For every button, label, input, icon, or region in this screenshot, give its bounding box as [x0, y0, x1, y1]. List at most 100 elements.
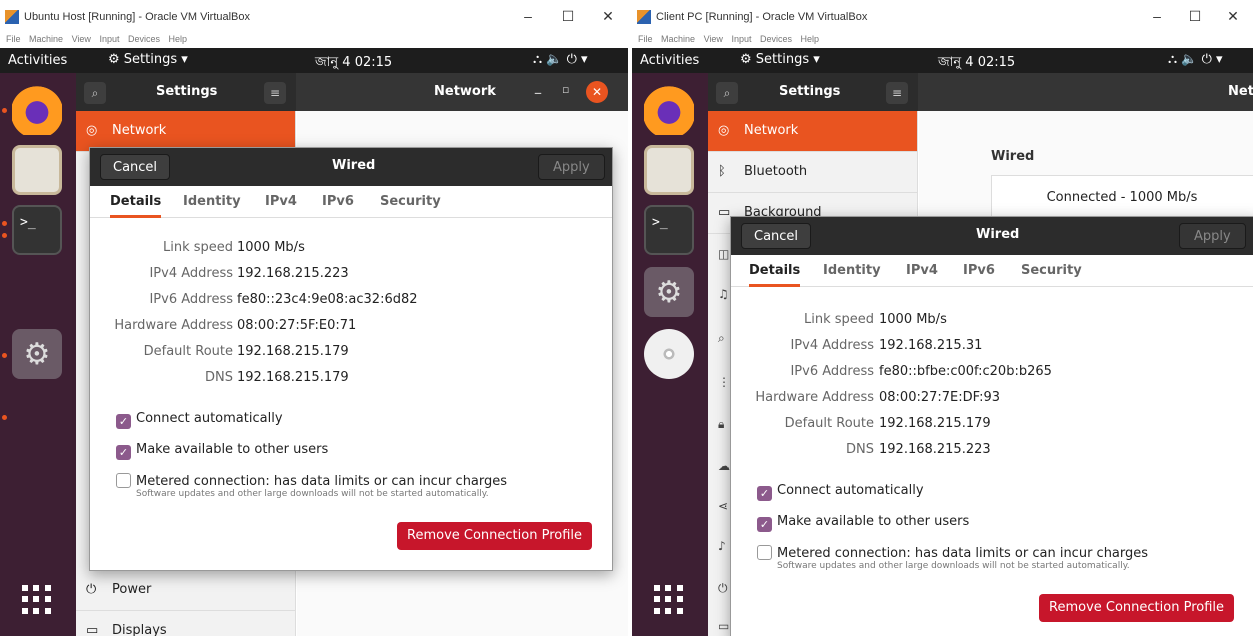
- firefox-icon[interactable]: [644, 85, 694, 135]
- sidebar-item-label: Power: [112, 582, 152, 597]
- close-button[interactable]: ✕: [1213, 6, 1253, 26]
- dialog-title: Wired: [332, 158, 376, 173]
- close-icon[interactable]: ✕: [586, 81, 608, 103]
- sidebar-item-network[interactable]: ◎ Network: [76, 111, 295, 152]
- show-applications-icon[interactable]: [654, 585, 684, 615]
- terminal-icon[interactable]: >_: [644, 205, 694, 255]
- applications-icon[interactable]: ⋮: [718, 375, 730, 389]
- display-icon[interactable]: ▭: [718, 619, 729, 633]
- app-menu[interactable]: ⚙ Settings ▾: [108, 52, 188, 67]
- bell-icon[interactable]: ♫: [718, 287, 729, 301]
- app-menu[interactable]: ⚙ Settings ▾: [740, 52, 820, 67]
- sidebar-item-network[interactable]: ◎ Network: [708, 111, 917, 152]
- clock[interactable]: জানু 4 02:15: [315, 53, 392, 74]
- menu-input[interactable]: Input: [99, 34, 119, 44]
- connect-automatically-checkbox[interactable]: ✓ Connect automatically: [116, 411, 283, 429]
- system-tray[interactable]: ⛬ 🔈 ⏻ ▾: [533, 52, 588, 67]
- caret-down-icon: ▾: [581, 52, 588, 67]
- menu-machine[interactable]: Machine: [661, 34, 695, 44]
- tab-details[interactable]: Details: [110, 194, 162, 218]
- activities-button[interactable]: Activities: [8, 53, 67, 68]
- menu-file[interactable]: File: [6, 34, 21, 44]
- menu-view[interactable]: View: [72, 34, 91, 44]
- vm-window-client-pc: Client PC [Running] - Oracle VM VirtualB…: [632, 0, 1253, 636]
- settings-icon[interactable]: ⚙: [12, 329, 62, 379]
- sidebar-item-label: Bluetooth: [744, 164, 808, 179]
- apply-button[interactable]: Apply: [1179, 223, 1246, 249]
- music-icon[interactable]: ♪: [718, 539, 726, 553]
- wired-connection-row[interactable]: Connected - 1000 Mb/s: [991, 175, 1253, 221]
- search-icon[interactable]: ⌕: [84, 82, 106, 104]
- settings-icon[interactable]: ⚙: [644, 267, 694, 317]
- menu-view[interactable]: View: [704, 34, 723, 44]
- maximize-button[interactable]: ☐: [548, 6, 588, 26]
- menu-input[interactable]: Input: [731, 34, 751, 44]
- menu-help[interactable]: Help: [169, 34, 188, 44]
- detail-label: IPv6 Address: [149, 292, 233, 307]
- menu-devices[interactable]: Devices: [128, 34, 160, 44]
- tab-ipv6[interactable]: IPv6: [322, 194, 354, 209]
- checkbox-label: Metered connection: has data limits or c…: [136, 474, 508, 489]
- terminal-icon[interactable]: >_: [12, 205, 62, 255]
- sidebar-item-displays[interactable]: ▭ Displays: [76, 611, 295, 636]
- activities-button[interactable]: Activities: [640, 53, 699, 68]
- vm-window-ubuntu-host: Ubuntu Host [Running] - Oracle VM Virtua…: [0, 0, 628, 636]
- lock-icon[interactable]: 🔒︎: [718, 417, 724, 432]
- battery-icon: ⏻: [566, 52, 577, 67]
- checkbox-label: Make available to other users: [777, 514, 970, 529]
- menu-help[interactable]: Help: [801, 34, 820, 44]
- disc-icon[interactable]: [644, 329, 694, 379]
- hamburger-menu-icon[interactable]: ≡: [886, 82, 908, 104]
- menu-file[interactable]: File: [638, 34, 653, 44]
- remove-connection-profile-button[interactable]: Remove Connection Profile: [397, 522, 592, 550]
- tab-details[interactable]: Details: [749, 263, 801, 287]
- power-icon: ⏻: [86, 582, 97, 597]
- minimize-button[interactable]: –: [1137, 6, 1177, 26]
- menu-devices[interactable]: Devices: [760, 34, 792, 44]
- remove-connection-profile-button[interactable]: Remove Connection Profile: [1039, 594, 1234, 622]
- files-icon[interactable]: [12, 145, 62, 195]
- maximize-icon[interactable]: ▫: [562, 83, 569, 96]
- detail-value: fe80::23c4:9e08:ac32:6d82: [237, 292, 418, 307]
- tab-security[interactable]: Security: [1021, 263, 1082, 278]
- apply-button[interactable]: Apply: [538, 154, 605, 180]
- search-icon[interactable]: ⌕: [716, 82, 738, 104]
- connect-automatically-checkbox[interactable]: ✓ Connect automatically: [757, 483, 924, 501]
- tab-security[interactable]: Security: [380, 194, 441, 209]
- make-available-checkbox[interactable]: ✓ Make available to other users: [757, 514, 969, 532]
- checkbox-label: Connect automatically: [777, 483, 924, 498]
- detail-value: fe80::bfbe:c00f:c20b:b265: [879, 364, 1052, 379]
- show-applications-icon[interactable]: [22, 585, 52, 615]
- tab-identity[interactable]: Identity: [183, 194, 241, 209]
- make-available-checkbox[interactable]: ✓ Make available to other users: [116, 442, 328, 460]
- tab-ipv4[interactable]: IPv4: [265, 194, 297, 209]
- sidebar-item-bluetooth[interactable]: ᛒ Bluetooth: [708, 152, 917, 193]
- cancel-button[interactable]: Cancel: [100, 154, 171, 180]
- hamburger-menu-icon[interactable]: ≡: [264, 82, 286, 104]
- settings-headerbar: ⌕ Settings ≡ Network – ▫ ✕: [76, 73, 628, 111]
- search-icon[interactable]: ⌕: [718, 331, 725, 346]
- files-icon[interactable]: [644, 145, 694, 195]
- cancel-button[interactable]: Cancel: [741, 223, 812, 249]
- tab-ipv6[interactable]: IPv6: [963, 263, 995, 278]
- firefox-icon[interactable]: [12, 85, 62, 135]
- detail-label: Hardware Address: [755, 390, 874, 405]
- metered-connection-checkbox[interactable]: Metered connection: has data limits or c…: [116, 473, 507, 489]
- close-button[interactable]: ✕: [588, 6, 628, 26]
- metered-connection-checkbox[interactable]: Metered connection: has data limits or c…: [757, 545, 1148, 561]
- network-icon: ◎: [718, 123, 730, 138]
- power-icon[interactable]: ⏻: [718, 581, 728, 596]
- sidebar-item-power[interactable]: ⏻ Power: [76, 570, 295, 611]
- menu-machine[interactable]: Machine: [29, 34, 63, 44]
- tab-identity[interactable]: Identity: [823, 263, 881, 278]
- maximize-button[interactable]: ☐: [1175, 6, 1215, 26]
- clock[interactable]: জানু 4 02:15: [938, 53, 1015, 74]
- checkbox-empty-icon: [116, 473, 131, 488]
- cloud-icon[interactable]: ☁︎: [718, 459, 730, 473]
- share-icon[interactable]: ⋖: [718, 499, 728, 513]
- system-tray[interactable]: ⛬ 🔈 ⏻ ▾: [1168, 52, 1223, 67]
- minimize-button[interactable]: –: [508, 6, 548, 26]
- minimize-icon[interactable]: –: [534, 83, 542, 102]
- notifications-icon[interactable]: ◫: [718, 247, 729, 261]
- tab-ipv4[interactable]: IPv4: [906, 263, 938, 278]
